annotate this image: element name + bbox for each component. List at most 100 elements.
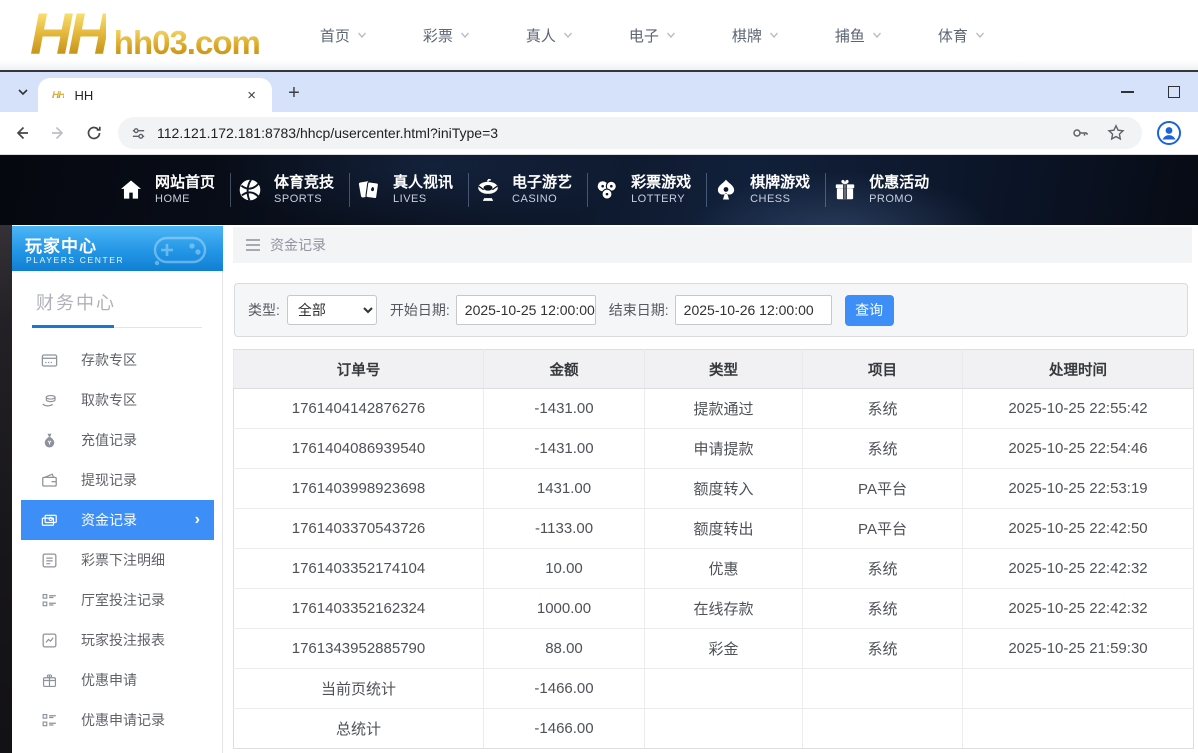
sports-ball-icon (237, 177, 263, 203)
sidebar-item-promo-apply-record[interactable]: 优惠申请记录 (12, 700, 222, 740)
bookmark-star-icon[interactable] (1106, 123, 1126, 143)
type-filter-label: 类型: (248, 300, 280, 320)
sidebar-item-deposit-zone[interactable]: 存款专区 (12, 340, 222, 380)
new-tab-button[interactable]: + (282, 82, 306, 106)
chevron-down-icon (460, 30, 470, 40)
back-arrow-icon (13, 124, 31, 142)
site-nav-fishing[interactable]: 捕鱼 (835, 25, 882, 46)
cell-project: 系统 (803, 629, 963, 669)
sidebar-item-label: 充值记录 (81, 430, 137, 450)
playing-cards-icon (356, 177, 382, 203)
table-row: 1761404142876276 -1431.00 提款通过 系统 2025-1… (234, 389, 1194, 429)
sidebar-item-lottery-bet-detail[interactable]: 彩票下注明细 (12, 540, 222, 580)
site-nav-sports[interactable]: 体育 (938, 25, 985, 46)
players-center-banner: 玩家中心 PLAYERS CENTER (12, 226, 223, 271)
sidebar-item-player-bet-report[interactable]: 玩家投注报表 (12, 620, 222, 660)
game-nav-zh: 棋牌游戏 (750, 174, 810, 193)
site-nav-live[interactable]: 真人 (526, 25, 573, 46)
roulette-icon (475, 177, 501, 203)
cell-amount: 1431.00 (484, 469, 645, 509)
cell-type: 彩金 (645, 629, 803, 669)
site-settings-icon[interactable] (130, 125, 147, 142)
spade-icon (713, 177, 739, 203)
sidebar-item-funds-record[interactable]: 资金记录 › (21, 500, 214, 540)
funds-record-table: 订单号金额类型项目处理时间 1761404142876276 -1431.00 … (233, 349, 1194, 749)
logo-domain-text: hh03.com (114, 26, 260, 61)
sidebar-item-label: 彩票下注明细 (81, 550, 165, 570)
game-nav-home[interactable]: 网站首页HOME (112, 168, 231, 212)
address-bar[interactable]: 112.121.172.181:8783/hhcp/usercenter.htm… (118, 117, 1142, 149)
cell-type (645, 709, 803, 749)
site-nav-slots[interactable]: 电子 (629, 25, 676, 46)
sidebar-item-withdraw-zone[interactable]: 取款专区 (12, 380, 222, 420)
game-nav-zh: 优惠活动 (869, 174, 929, 193)
game-nav-en: CHESS (750, 193, 810, 206)
chevron-down-icon (666, 30, 676, 40)
cell-order-number: 1761343952885790 (234, 629, 484, 669)
tab-search-button[interactable] (10, 80, 36, 104)
banknotes-icon (40, 511, 59, 530)
game-nav-live[interactable]: 真人视讯LIVES (350, 168, 469, 212)
table-header: 订单号金额类型项目处理时间 (234, 350, 1194, 389)
end-date-input[interactable] (675, 295, 832, 325)
cell-process-time: 2025-10-25 22:54:46 (963, 429, 1194, 469)
breadcrumb: 资金记录 (233, 227, 1192, 263)
deposit-card-icon (40, 351, 59, 370)
cell-amount: -1466.00 (484, 709, 645, 749)
password-key-icon[interactable] (1070, 123, 1090, 143)
sidebar-item-recharge-record[interactable]: 充值记录 (12, 420, 222, 460)
forward-button[interactable] (44, 119, 72, 147)
sidebar-item-label: 资金记录 (81, 510, 137, 530)
site-nav-chess[interactable]: 棋牌 (732, 25, 779, 46)
chevron-down-icon (975, 30, 985, 40)
site-nav-label: 真人 (526, 25, 556, 46)
sidebar-item-label: 存款专区 (81, 350, 137, 370)
search-button[interactable]: 查询 (845, 295, 894, 326)
cell-order-number: 1761403352174104 (234, 549, 484, 589)
start-date-label: 开始日期: (390, 300, 450, 320)
hamburger-icon[interactable] (245, 238, 261, 252)
cell-order-number: 总统计 (234, 709, 484, 749)
site-nav-lottery[interactable]: 彩票 (423, 25, 470, 46)
site-nav-home[interactable]: 首页 (320, 25, 367, 46)
screenshot-root: HH hh03.com 首页 彩票 真人 电子 棋牌 (0, 0, 1198, 753)
cell-process-time: 2025-10-25 22:42:50 (963, 509, 1194, 549)
reload-button[interactable] (80, 119, 108, 147)
start-date-input[interactable] (456, 295, 596, 325)
cell-order-number: 1761403352162324 (234, 589, 484, 629)
back-button[interactable] (8, 119, 36, 147)
browser-profile-button[interactable] (1154, 118, 1184, 148)
sidebar-item-promo-apply[interactable]: 优惠申请 (12, 660, 222, 700)
cell-project: PA平台 (803, 469, 963, 509)
cell-process-time: 2025-10-25 22:53:19 (963, 469, 1194, 509)
table-row: 1761403352162324 1000.00 在线存款 系统 2025-10… (234, 589, 1194, 629)
sidebar-item-withdrawal-record[interactable]: 提现记录 (12, 460, 222, 500)
home-icon (118, 177, 144, 203)
game-nav-en: HOME (155, 193, 215, 206)
cell-amount: -1431.00 (484, 429, 645, 469)
url-text[interactable]: 112.121.172.181:8783/hhcp/usercenter.htm… (157, 125, 1070, 141)
type-filter-select[interactable]: 全部 (287, 295, 377, 325)
game-nav-casino[interactable]: 电子游艺CASINO (469, 168, 588, 212)
game-nav-sports[interactable]: 体育竞技SPORTS (231, 168, 350, 212)
window-maximize-button[interactable] (1168, 86, 1180, 98)
cell-type: 申请提款 (645, 429, 803, 469)
cell-type: 在线存款 (645, 589, 803, 629)
money-bag-icon (40, 431, 59, 450)
page-left-background-strip (0, 225, 12, 753)
document-list-icon (40, 551, 59, 570)
site-logo[interactable]: HH hh03.com (30, 9, 260, 61)
page-body: 玩家中心 PLAYERS CENTER 财务中心 存款专区 取款专区 充值记录 (0, 225, 1198, 753)
browser-tab[interactable]: HH HH × (38, 78, 272, 112)
table-row: 总统计 -1466.00 (234, 709, 1194, 749)
sidebar-item-room-bet-record[interactable]: 厅室投注记录 (12, 580, 222, 620)
game-nav-promo[interactable]: 优惠活动PROMO (826, 168, 945, 212)
game-nav-chess[interactable]: 棋牌游戏CHESS (707, 168, 826, 212)
tab-close-icon[interactable]: × (241, 88, 262, 103)
game-nav-lottery[interactable]: 彩票游戏LOTTERY (588, 168, 707, 212)
table-body: 1761404142876276 -1431.00 提款通过 系统 2025-1… (234, 389, 1194, 749)
window-minimize-button[interactable] (1121, 91, 1134, 93)
checklist-icon (40, 591, 59, 610)
site-nav-label: 体育 (938, 25, 968, 46)
table-header-cell: 金额 (484, 350, 645, 389)
